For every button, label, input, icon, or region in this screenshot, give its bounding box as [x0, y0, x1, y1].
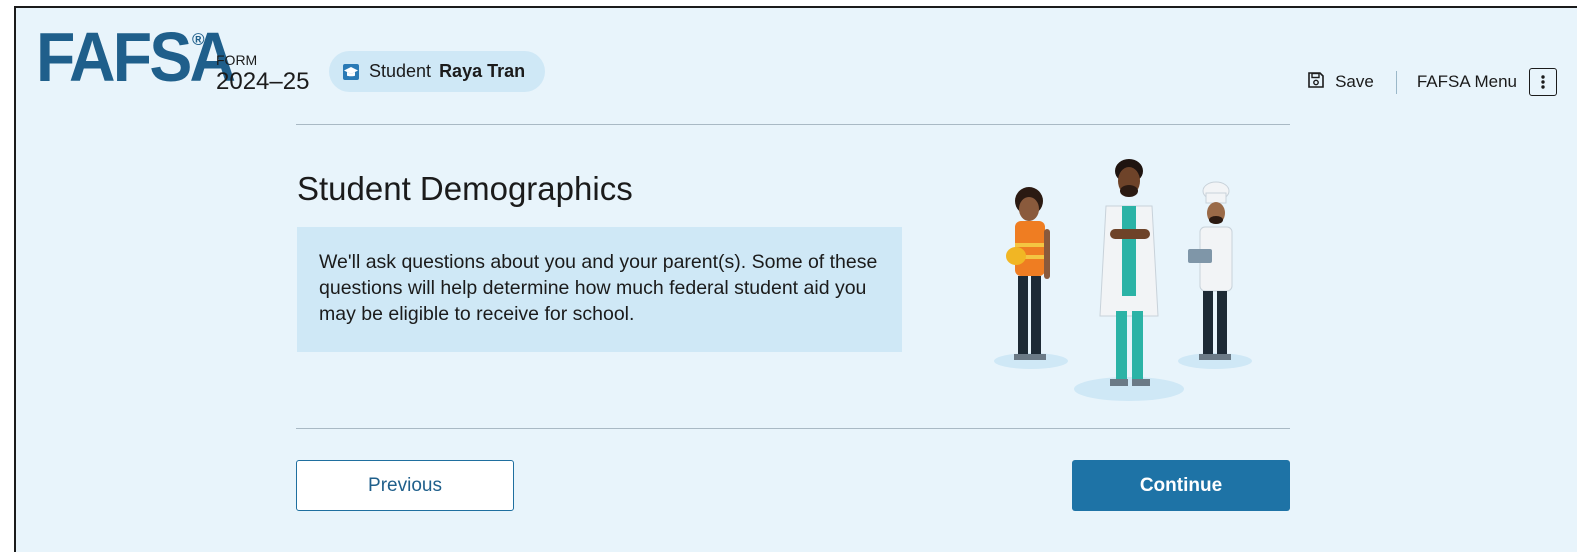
- save-button[interactable]: Save: [1307, 70, 1397, 94]
- student-name: Raya Tran: [439, 61, 526, 81]
- doctor-figure: [1099, 159, 1159, 386]
- continue-button[interactable]: Continue: [1072, 460, 1290, 511]
- save-label: Save: [1335, 72, 1374, 91]
- student-badge: Student Raya Tran: [329, 51, 546, 92]
- form-label: FORM: [216, 52, 258, 68]
- bottom-divider: [296, 428, 1290, 429]
- info-callout: We'll ask questions about you and your p…: [297, 227, 902, 352]
- workers-illustration: [986, 151, 1256, 401]
- app-frame: FAFSA ® FORM 2024–25 Student Raya Tran S…: [14, 6, 1577, 552]
- fafsa-menu-label: FAFSA Menu: [1416, 72, 1517, 91]
- construction-worker-figure: [1006, 187, 1050, 360]
- form-year: 2024–25: [216, 68, 310, 95]
- header-actions: Save FAFSA Menu: [1307, 66, 1557, 98]
- kebab-menu-icon: [1529, 68, 1557, 96]
- floppy-disk-icon: [1307, 71, 1325, 94]
- page-title: Student Demographics: [297, 170, 633, 207]
- info-text: We'll ask questions about you and your p…: [319, 251, 878, 325]
- graduation-cap-icon: [341, 62, 361, 82]
- chef-figure: [1188, 181, 1233, 360]
- registered-mark: ®: [192, 30, 205, 49]
- student-role: Student: [369, 61, 432, 81]
- previous-button[interactable]: Previous: [296, 460, 514, 511]
- top-divider: [296, 124, 1290, 125]
- fafsa-menu-button[interactable]: FAFSA Menu: [1397, 68, 1557, 96]
